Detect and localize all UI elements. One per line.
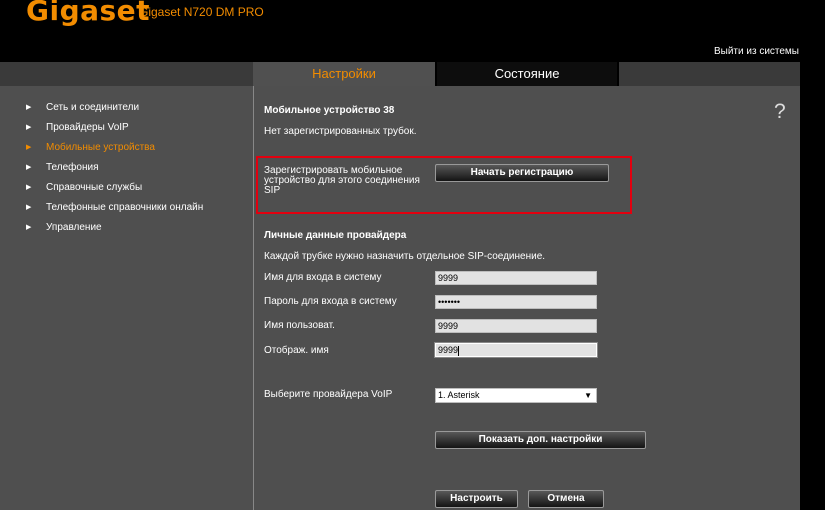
password-label: Пароль для входа в систему (264, 296, 397, 307)
provider-section-title: Личные данные провайдера (264, 230, 407, 241)
login-label: Имя для входа в систему (264, 272, 382, 283)
gigaset-logo: Gigaset (26, 0, 151, 27)
triangle-right-icon: ▶ (26, 224, 32, 231)
show-advanced-button[interactable]: Показать доп. настройки (435, 431, 646, 449)
sidebar-item-label: Мобильные устройства (46, 142, 155, 153)
sidebar-item-telephony[interactable]: ▶ Телефония (26, 162, 99, 173)
sidebar-item-label: Телефонные справочники онлайн (46, 202, 204, 213)
sidebar-item-label: Телефония (46, 162, 99, 173)
display-name-value: 9999 (438, 345, 459, 355)
triangle-right-icon: ▶ (26, 124, 32, 131)
text-cursor (458, 345, 460, 356)
configure-button[interactable]: Настроить (435, 490, 518, 508)
sidebar-item-network[interactable]: ▶ Сеть и соединители (26, 102, 139, 113)
sidebar-item-label: Провайдеры VoIP (46, 122, 129, 133)
voip-provider-label: Выберите провайдера VoIP (264, 389, 393, 400)
tab-bar: Настройки Состояние (0, 62, 800, 86)
cancel-button[interactable]: Отмена (528, 490, 604, 508)
voip-provider-select[interactable]: 1. Asterisk ▼ (435, 388, 597, 403)
sidebar-item-info-services[interactable]: ▶ Справочные службы (26, 182, 142, 193)
sidebar-item-mobile-devices[interactable]: ▶ Мобильные устройства (26, 142, 155, 153)
voip-provider-value: 1. Asterisk (438, 390, 480, 400)
register-label: Зарегистрировать мобильное устройство дл… (264, 165, 420, 196)
username-label: Имя пользоват. (264, 320, 335, 331)
chevron-down-icon: ▼ (584, 391, 592, 400)
start-registration-button[interactable]: Начать регистрацию (435, 164, 609, 182)
sidebar-item-label: Справочные службы (46, 182, 143, 193)
no-handsets-text: Нет зарегистрированных трубок. (264, 126, 417, 137)
username-field[interactable]: 9999 (435, 319, 597, 333)
sidebar-item-label: Управление (46, 222, 102, 233)
page-title: Мобильное устройство 38 (264, 105, 395, 116)
triangle-right-icon: ▶ (26, 204, 32, 211)
triangle-right-icon: ▶ (26, 184, 32, 191)
login-field[interactable]: 9999 (435, 271, 597, 285)
sidebar-divider (253, 86, 254, 510)
tab-status[interactable]: Состояние (437, 62, 619, 86)
sidebar-item-voip-providers[interactable]: ▶ Провайдеры VoIP (26, 122, 129, 133)
sidebar-item-management[interactable]: ▶ Управление (26, 222, 102, 233)
device-model: Gigaset N720 DM PRO (139, 5, 264, 19)
sidebar-item-label: Сеть и соединители (46, 102, 140, 113)
password-field[interactable]: ••••••• (435, 295, 597, 309)
provider-hint: Каждой трубке нужно назначить отдельное … (264, 251, 546, 262)
triangle-right-icon: ▶ (26, 104, 32, 111)
sidebar-item-online-directories[interactable]: ▶ Телефонные справочники онлайн (26, 202, 203, 213)
triangle-right-icon: ▶ (26, 144, 32, 151)
display-name-label: Отображ. имя (264, 345, 329, 356)
display-name-field[interactable]: 9999 (435, 343, 597, 357)
logout-link[interactable]: Выйти из системы (714, 46, 799, 57)
tab-settings[interactable]: Настройки (253, 62, 437, 86)
help-icon[interactable]: ? (774, 100, 786, 124)
triangle-right-icon: ▶ (26, 164, 32, 171)
header: Gigaset Gigaset N720 DM PRO Выйти из сис… (0, 0, 825, 62)
